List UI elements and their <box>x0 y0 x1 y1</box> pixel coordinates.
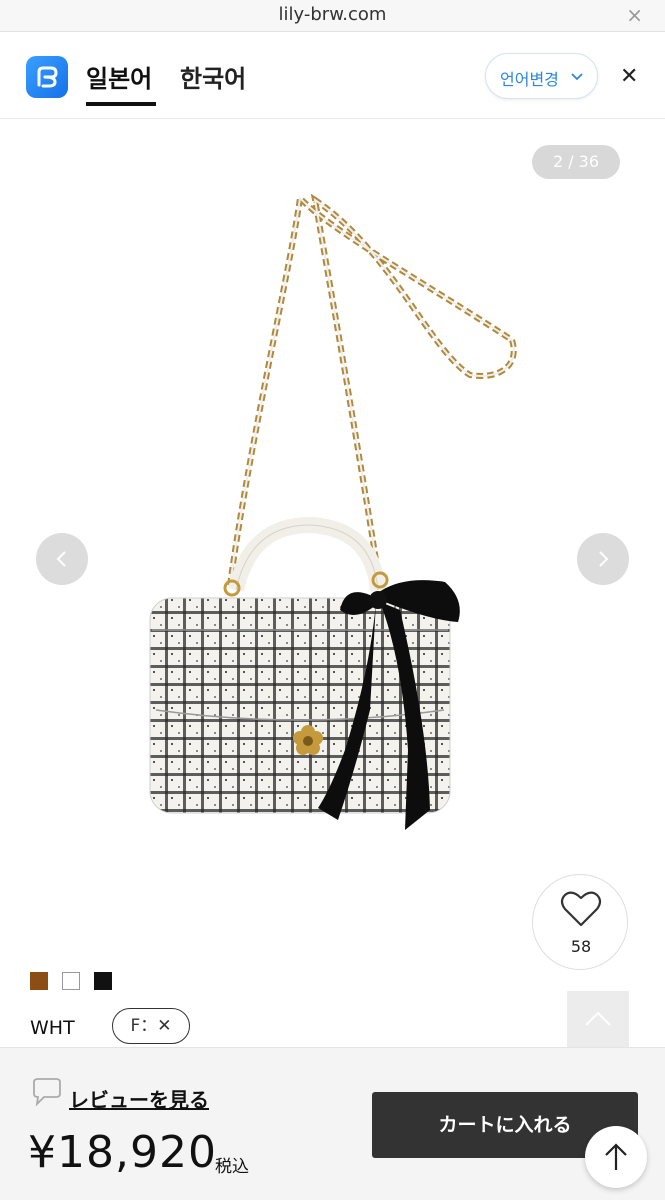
chevron-up-icon <box>585 1011 611 1026</box>
previous-image-button[interactable] <box>36 533 88 585</box>
selected-color-name: WHT <box>30 1017 75 1039</box>
color-swatch-black[interactable] <box>94 972 112 990</box>
heart-outline-icon <box>560 891 602 927</box>
arrow-up-icon <box>605 1143 627 1170</box>
favorite-button[interactable]: 58 <box>532 874 628 970</box>
browser-url-bar: lily-brw.com × <box>0 0 665 32</box>
product-page: lily-brw.com × 일본어 한국어 언어변경 ✕ 2 / 36 58 … <box>0 0 665 1200</box>
active-tab-indicator <box>86 102 156 106</box>
change-language-label: 언어변경 <box>500 70 559 89</box>
color-swatch-white[interactable] <box>62 972 80 990</box>
color-swatch-brown[interactable] <box>30 972 48 990</box>
change-language-button[interactable]: 언어변경 <box>485 53 598 99</box>
back-to-top-button[interactable] <box>585 1126 647 1188</box>
product-price: ¥18,920 <box>28 1127 217 1178</box>
close-tab-icon[interactable]: × <box>626 3 643 27</box>
translate-bar: 일본어 한국어 언어변경 ✕ <box>0 33 665 119</box>
view-reviews-link[interactable]: レビューを見る <box>69 1084 209 1113</box>
chevron-down-icon <box>571 67 583 91</box>
scroll-up-button[interactable] <box>567 991 629 1047</box>
close-translate-icon[interactable]: ✕ <box>620 64 638 89</box>
chevron-left-icon <box>56 551 66 567</box>
url-text[interactable]: lily-brw.com <box>0 4 665 25</box>
next-image-button[interactable] <box>577 533 629 585</box>
tax-included-label: 税込 <box>215 1157 249 1177</box>
purchase-bar: レビューを見る ¥18,920 税込 カートに入れる <box>0 1047 665 1200</box>
size-option-button[interactable]: F：✕ <box>112 1008 190 1044</box>
product-image[interactable] <box>140 190 530 840</box>
tab-japanese[interactable]: 일본어 <box>86 59 152 94</box>
tab-korean[interactable]: 한국어 <box>180 59 246 94</box>
image-counter: 2 / 36 <box>532 145 620 179</box>
translate-app-logo-icon <box>26 56 68 98</box>
chevron-right-icon <box>599 551 609 567</box>
speech-bubble-icon <box>33 1078 61 1107</box>
favorite-count: 58 <box>570 937 592 956</box>
